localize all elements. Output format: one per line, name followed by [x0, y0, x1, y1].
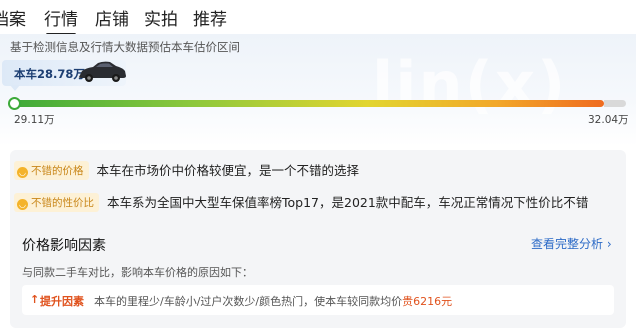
- price-estimate-panel: lin(x) 基于检测信息及行情大数据预估本车估价区间 本车28.78万 29.…: [0, 34, 636, 146]
- watermark-logo: lin(x): [372, 48, 568, 121]
- highlight-price: ◡ 不错的价格 本车在市场价中价格较便宜，是一个不错的选择: [14, 160, 359, 180]
- chevron-right-icon: ›: [606, 237, 612, 251]
- top-tab-bar: 档案 行情 店铺 实拍 推荐: [0, 0, 636, 36]
- highlight-value: ◡ 不错的性价比 本车系为全国中大型车保值率榜Top17，是2021款中配车，车况正…: [14, 192, 588, 212]
- price-tag-pointer: [10, 85, 20, 91]
- badge-good-value: ◡ 不错的性价比: [14, 193, 99, 212]
- arrow-up-icon: ↑: [30, 293, 40, 306]
- tab-recommend[interactable]: 推荐: [193, 5, 227, 30]
- highlight-price-text: 本车在市场价中价格较便宜，是一个不错的选择: [96, 163, 360, 178]
- smile-icon: ◡: [17, 199, 28, 210]
- smile-icon: ◡: [17, 167, 28, 178]
- badge-good-price: ◡ 不错的价格: [14, 161, 89, 180]
- current-price-tag: 本车28.78万: [2, 60, 126, 86]
- factor-text: 本车的里程少/车龄小/过户次数少/颜色热门，使本车较同款均价贵6216元: [94, 295, 453, 308]
- factor-item: ↑ 提升因素 本车的里程少/车龄小/过户次数少/颜色热门，使本车较同款均价贵62…: [22, 285, 614, 315]
- price-range-bar-end: [604, 100, 626, 107]
- tab-shop[interactable]: 店铺: [95, 5, 129, 30]
- highlight-value-text: 本车系为全国中大型车保值率榜Top17，是2021款中配车，车况正常情况下性价比…: [107, 195, 589, 210]
- range-min-label: 29.11万: [14, 114, 55, 126]
- compare-note: 与同款二手车对比，影响本车价格的原因如下：: [22, 266, 253, 279]
- tab-photos[interactable]: 实拍: [144, 5, 178, 30]
- tab-archive[interactable]: 档案: [0, 5, 26, 30]
- car-image: [79, 61, 126, 82]
- factor-label: 提升因素: [40, 295, 84, 308]
- current-price-label: 本车28.78万: [14, 67, 85, 81]
- tab-market[interactable]: 行情: [44, 5, 78, 36]
- factor-amount: 贵6216元: [402, 295, 453, 308]
- estimate-description: 基于检测信息及行情大数据预估本车估价区间: [10, 40, 240, 54]
- price-range-bar: [14, 100, 604, 107]
- current-price-marker: [8, 97, 21, 110]
- section-title: 价格影响因素: [22, 238, 106, 254]
- view-full-analysis-link[interactable]: 查看完整分析 ›: [531, 235, 612, 252]
- range-max-label: 32.04万: [588, 114, 629, 126]
